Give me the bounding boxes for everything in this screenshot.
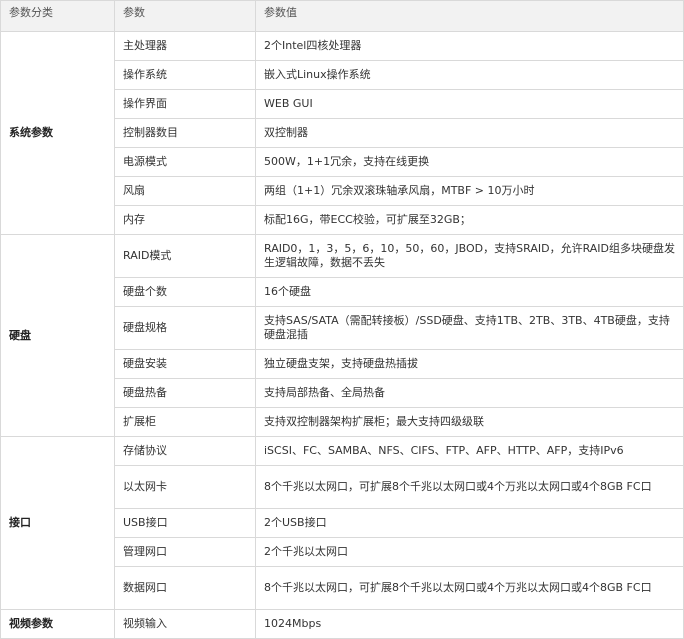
- param-cell: 扩展柜: [114, 407, 256, 437]
- value-cell: RAID0，1，3，5，6，10，50，60，JBOD，支持SRAID，允许RA…: [255, 234, 684, 278]
- table-row: 系统参数 主处理器 2个Intel四核处理器: [0, 31, 684, 235]
- param-cell: 主处理器: [114, 31, 256, 61]
- header-row: 参数分类 参数 参数值: [0, 0, 684, 32]
- param-cell: USB接口: [114, 508, 256, 538]
- value-cell: 2个USB接口: [255, 508, 684, 538]
- param-cell: 硬盘个数: [114, 277, 256, 307]
- param-cell: 风扇: [114, 176, 256, 206]
- param-cell: RAID模式: [114, 234, 256, 278]
- category-cell: 视频参数: [0, 609, 115, 639]
- table-row: 硬盘 RAID模式 RAID0，1，3，5，6，10，50，60，JBOD，支持…: [0, 234, 684, 437]
- category-cell: 接口: [0, 436, 115, 610]
- header-category: 参数分类: [0, 0, 115, 32]
- value-cell: 支持局部热备、全局热备: [255, 378, 684, 408]
- param-cell: 内存: [114, 205, 256, 235]
- value-cell: 2个Intel四核处理器: [255, 31, 684, 61]
- param-cell: 操作系统: [114, 60, 256, 90]
- category-cell: 硬盘: [0, 234, 115, 437]
- value-cell: 双控制器: [255, 118, 684, 148]
- category-cell: 系统参数: [0, 31, 115, 235]
- spec-table: 参数分类 参数 参数值 系统参数 主处理器 2个Intel四核处理器 操作系统 …: [0, 0, 684, 639]
- param-cell: 存储协议: [114, 436, 256, 466]
- param-cell: 硬盘安装: [114, 349, 256, 379]
- header-value: 参数值: [255, 0, 684, 32]
- value-cell: 2个千兆以太网口: [255, 537, 684, 567]
- value-cell: 16个硬盘: [255, 277, 684, 307]
- param-cell: 硬盘规格: [114, 306, 256, 350]
- param-cell: 管理网口: [114, 537, 256, 567]
- value-cell: 支持双控制器架构扩展柜；最大支持四级级联: [255, 407, 684, 437]
- param-cell: 以太网卡: [114, 465, 256, 509]
- value-cell: iSCSI、FC、SAMBA、NFS、CIFS、FTP、AFP、HTTP、AFP…: [255, 436, 684, 466]
- value-cell: WEB GUI: [255, 89, 684, 119]
- value-cell: 8个千兆以太网口，可扩展8个千兆以太网口或4个万兆以太网口或4个8GB FC口: [255, 566, 684, 610]
- table-row: 接口 存储协议 iSCSI、FC、SAMBA、NFS、CIFS、FTP、AFP、…: [0, 436, 684, 610]
- value-cell: 500W，1+1冗余，支持在线更换: [255, 147, 684, 177]
- param-cell: 操作界面: [114, 89, 256, 119]
- value-cell: 8个千兆以太网口，可扩展8个千兆以太网口或4个万兆以太网口或4个8GB FC口: [255, 465, 684, 509]
- table-row: 视频参数 视频输入 1024Mbps: [0, 609, 684, 639]
- value-cell: 1024Mbps: [255, 609, 684, 639]
- param-cell: 电源模式: [114, 147, 256, 177]
- value-cell: 两组（1+1）冗余双滚珠轴承风扇，MTBF > 10万小时: [255, 176, 684, 206]
- param-cell: 数据网口: [114, 566, 256, 610]
- param-cell: 控制器数目: [114, 118, 256, 148]
- value-cell: 嵌入式Linux操作系统: [255, 60, 684, 90]
- header-param: 参数: [114, 0, 256, 32]
- value-cell: 独立硬盘支架，支持硬盘热插拔: [255, 349, 684, 379]
- value-cell: 支持SAS/SATA（需配转接板）/SSD硬盘、支持1TB、2TB、3TB、4T…: [255, 306, 684, 350]
- param-cell: 视频输入: [114, 609, 256, 639]
- value-cell: 标配16G，带ECC校验，可扩展至32GB；: [255, 205, 684, 235]
- param-cell: 硬盘热备: [114, 378, 256, 408]
